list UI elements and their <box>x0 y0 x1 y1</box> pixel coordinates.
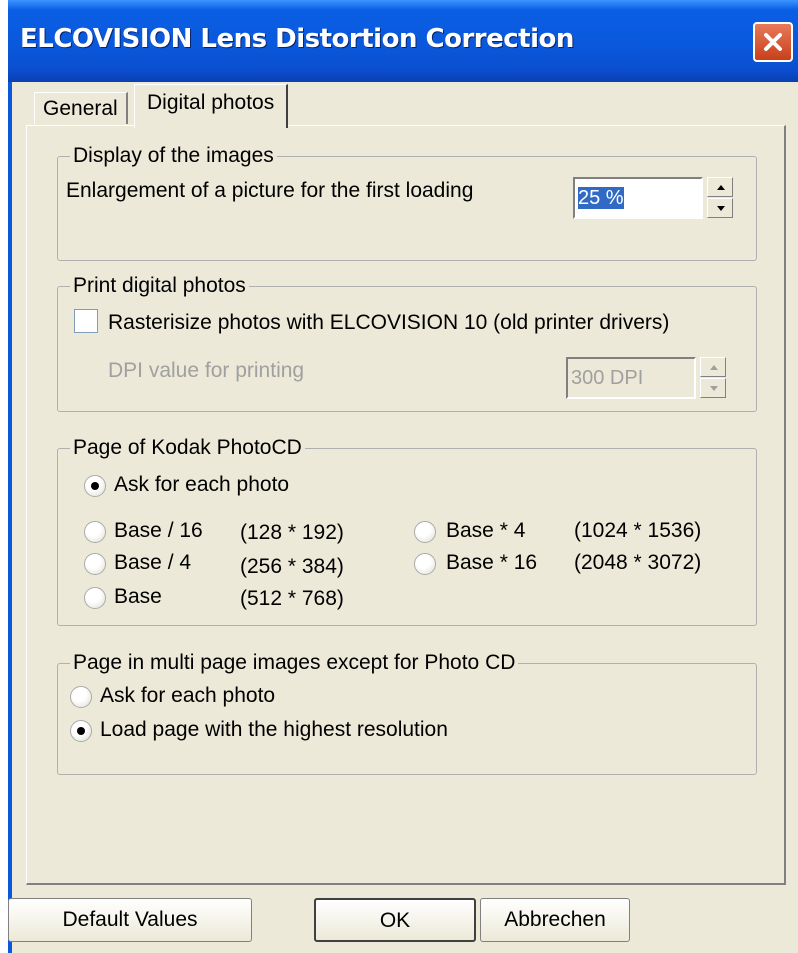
display-group-legend: Display of the images <box>70 144 277 168</box>
close-button[interactable] <box>753 22 793 62</box>
base-mul16-radio[interactable] <box>414 553 436 575</box>
dpi-input[interactable]: 300 DPI <box>566 357 696 399</box>
multipage-group: Page in multi page images except for Pho… <box>57 651 757 775</box>
multipage-highest-radio[interactable] <box>70 720 92 742</box>
default-values-button[interactable]: Default Values <box>8 898 252 942</box>
base-label[interactable]: Base <box>114 585 162 609</box>
arrow-up-icon <box>717 185 725 190</box>
enlargement-label: Enlargement of a picture for the first l… <box>66 179 474 202</box>
display-group: Display of the images Enlargement of a p… <box>57 144 757 261</box>
multipage-highest-label[interactable]: Load page with the highest resolution <box>100 718 448 742</box>
base-div16-radio[interactable] <box>84 521 106 543</box>
spin-up-button[interactable] <box>707 177 733 197</box>
print-group: Print digital photos Rasterisize photos … <box>57 274 757 412</box>
spin-down-button[interactable] <box>707 198 733 218</box>
dpi-spin-up-button[interactable] <box>700 357 726 377</box>
base-div4-radio[interactable] <box>84 553 106 575</box>
base-mul16-size: (2048 * 3072) <box>574 551 702 574</box>
base-mul4-label[interactable]: Base * 4 <box>446 519 525 543</box>
arrow-up-icon <box>710 365 718 370</box>
photocd-ask-radio[interactable] <box>84 475 106 497</box>
tab-panel-digital-photos: Display of the images Enlargement of a p… <box>26 125 786 885</box>
tab-general[interactable]: General <box>34 92 128 124</box>
window-title: ELCOVISION Lens Distortion Correction <box>20 24 574 54</box>
dpi-spinner[interactable] <box>700 357 726 399</box>
base-mul16-label[interactable]: Base * 16 <box>446 551 537 575</box>
dpi-spin-down-button[interactable] <box>700 378 726 398</box>
dpi-label: DPI value for printing <box>108 359 305 382</box>
multipage-group-legend: Page in multi page images except for Pho… <box>70 651 519 675</box>
enlargement-input[interactable]: 25 % <box>573 177 703 219</box>
close-icon <box>764 33 782 51</box>
title-bar[interactable]: ELCOVISION Lens Distortion Correction <box>8 0 798 82</box>
photocd-group-legend: Page of Kodak PhotoCD <box>70 436 305 460</box>
base-size: (512 * 768) <box>240 587 344 610</box>
window-frame-left <box>8 82 12 953</box>
photocd-group: Page of Kodak PhotoCD Ask for each photo… <box>57 436 757 626</box>
ok-button[interactable]: OK <box>314 898 476 942</box>
enlargement-spinner[interactable] <box>707 177 733 219</box>
arrow-down-icon <box>710 386 718 391</box>
rasterize-label[interactable]: Rasterisize photos with ELCOVISION 10 (o… <box>108 311 669 335</box>
base-div16-label[interactable]: Base / 16 <box>114 519 203 543</box>
photocd-ask-label[interactable]: Ask for each photo <box>114 473 289 497</box>
rasterize-checkbox[interactable] <box>74 309 98 333</box>
cancel-button[interactable]: Abbrechen <box>480 898 630 942</box>
multipage-ask-label[interactable]: Ask for each photo <box>100 684 275 708</box>
base-mul4-radio[interactable] <box>414 521 436 543</box>
base-mul4-size: (1024 * 1536) <box>574 519 702 542</box>
base-div4-label[interactable]: Base / 4 <box>114 551 191 575</box>
enlargement-value: 25 % <box>578 187 624 209</box>
print-group-legend: Print digital photos <box>70 274 249 298</box>
arrow-down-icon <box>717 206 725 211</box>
multipage-ask-radio[interactable] <box>70 686 92 708</box>
dialog-window: ELCOVISION Lens Distortion Correction Ge… <box>8 0 798 953</box>
base-radio[interactable] <box>84 587 106 609</box>
tab-digital-photos[interactable]: Digital photos <box>134 84 289 128</box>
base-div4-size: (256 * 384) <box>240 555 344 578</box>
base-div16-size: (128 * 192) <box>240 521 344 544</box>
